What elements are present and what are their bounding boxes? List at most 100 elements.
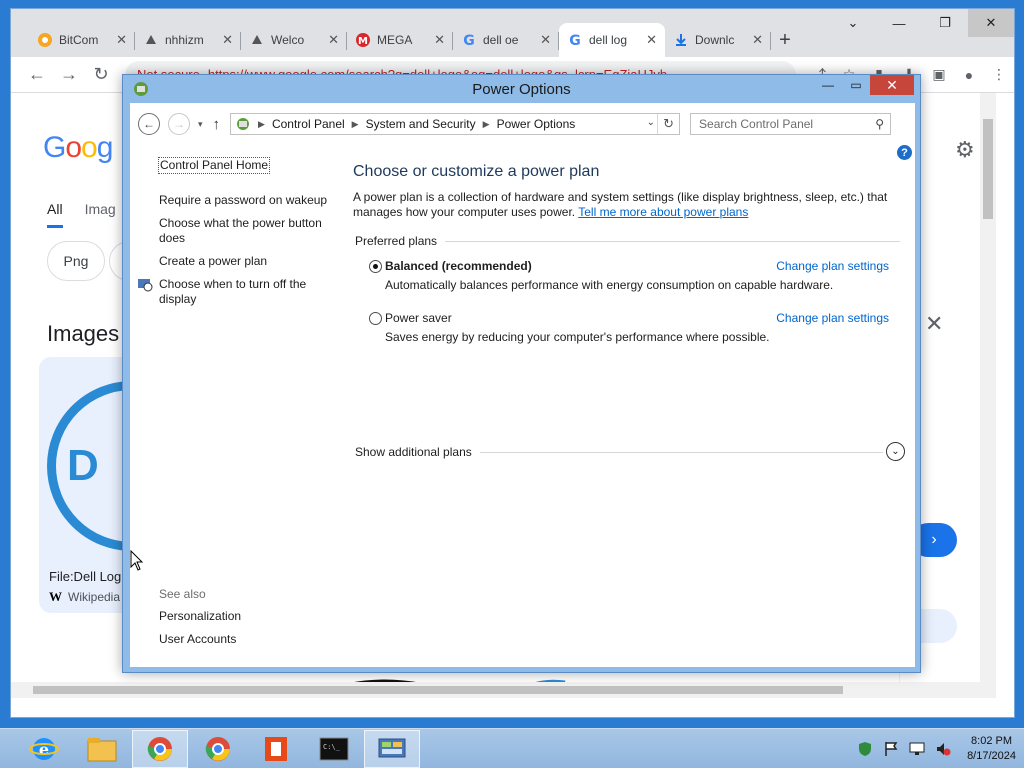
tab-nhhizm[interactable]: nhhizm ✕	[135, 23, 241, 57]
back-button[interactable]: ←	[138, 113, 160, 135]
close-button[interactable]: ✕	[968, 9, 1014, 37]
close-icon[interactable]: ✕	[434, 32, 445, 48]
power-button-link[interactable]: Choose what the power button does	[159, 216, 334, 246]
tab-dell-logo[interactable]: G dell log ✕	[559, 23, 665, 57]
tell-me-more-link[interactable]: Tell me more about power plans	[578, 205, 748, 219]
close-button[interactable]: ✕	[870, 75, 914, 95]
page-icon	[146, 35, 156, 44]
taskbar-chrome-2[interactable]	[190, 730, 246, 768]
profile-icon[interactable]: ●	[954, 67, 984, 83]
back-icon[interactable]: ←	[21, 64, 53, 85]
additional-plans-group: Show additional plans	[355, 445, 883, 459]
chevron-down-icon[interactable]: ⌄	[647, 117, 655, 128]
personalization-link[interactable]: Personalization	[159, 609, 241, 624]
search-tabs: All Imag	[47, 201, 116, 228]
breadcrumb-power-options[interactable]: Power Options	[497, 117, 576, 131]
search-input[interactable]: Search Control Panel ⚲	[690, 113, 892, 135]
chrome-tab-strip: BitCom ✕ nhhizm ✕ Welco ✕ M MEGA ✕ G del…	[11, 9, 1014, 57]
search-placeholder: Search Control Panel	[699, 117, 814, 131]
breadcrumb-control-panel[interactable]: Control Panel	[272, 117, 345, 131]
tab-title: dell log	[589, 33, 628, 47]
close-icon[interactable]: ✕	[925, 311, 943, 337]
help-icon[interactable]: ?	[897, 145, 912, 160]
horizontal-scrollbar[interactable]	[11, 682, 996, 698]
tab-title: nhhizm	[165, 33, 204, 47]
breadcrumb-system-security[interactable]: System and Security	[366, 117, 476, 131]
balanced-radio[interactable]	[369, 260, 382, 273]
maximize-button[interactable]: ❐	[922, 9, 968, 37]
forward-button[interactable]: →	[168, 113, 190, 135]
tab-search-icon[interactable]: ⌄	[830, 9, 876, 37]
close-icon[interactable]: ✕	[540, 32, 551, 48]
svg-text:C:\_: C:\_	[323, 743, 341, 751]
require-password-link[interactable]: Require a password on wakeup	[159, 193, 327, 208]
plan-name[interactable]: Balanced (recommended)	[385, 259, 532, 273]
network-icon[interactable]	[909, 741, 925, 757]
breadcrumb-separator-icon[interactable]: ▶	[483, 119, 490, 130]
taskbar-internet-explorer[interactable]: e	[16, 730, 72, 768]
plan-description: Saves energy by reducing your computer's…	[385, 330, 770, 344]
title-bar[interactable]: Power Options — ▭ ✕	[123, 75, 920, 103]
address-bar[interactable]: ▶ Control Panel ▶ System and Security ▶ …	[230, 113, 681, 135]
plan-name[interactable]: Power saver	[385, 311, 452, 325]
create-plan-link[interactable]: Create a power plan	[159, 254, 267, 269]
show-additional-plans-label[interactable]: Show additional plans	[355, 445, 472, 459]
minimize-button[interactable]: —	[814, 75, 842, 95]
tab-mega[interactable]: M MEGA ✕	[347, 23, 453, 57]
close-icon[interactable]: ✕	[328, 32, 339, 48]
mouse-cursor-icon	[130, 550, 144, 571]
image-caption[interactable]: File:Dell Log	[49, 569, 121, 584]
forward-icon[interactable]: →	[53, 64, 85, 85]
search-icon[interactable]: ⚲	[875, 117, 884, 131]
close-icon[interactable]: ✕	[222, 32, 233, 48]
reload-icon[interactable]: ↻	[85, 64, 117, 85]
google-logo[interactable]: Goog	[43, 131, 113, 165]
new-tab-button[interactable]: +	[771, 23, 799, 57]
breadcrumb-separator-icon[interactable]: ▶	[258, 119, 265, 130]
tab-welcome[interactable]: Welco ✕	[241, 23, 347, 57]
volume-muted-icon[interactable]	[935, 741, 951, 757]
tab-title: dell oe	[483, 33, 519, 47]
breadcrumb-separator-icon[interactable]: ▶	[352, 119, 359, 130]
tab-download[interactable]: Downlc ✕	[665, 23, 771, 57]
minimize-button[interactable]: —	[876, 9, 922, 37]
close-icon[interactable]: ✕	[646, 32, 657, 48]
tab-bitcomet[interactable]: BitCom ✕	[29, 23, 135, 57]
recent-locations-dropdown[interactable]: ▾	[198, 119, 203, 130]
close-icon[interactable]: ✕	[116, 32, 127, 48]
google-icon: G	[569, 33, 581, 48]
taskbar-control-panel[interactable]	[364, 729, 420, 768]
image-source[interactable]: W Wikipedia	[49, 589, 120, 605]
page-scrollbar[interactable]	[980, 93, 996, 698]
taskbar-chrome[interactable]	[132, 729, 188, 768]
turn-off-display-link[interactable]: Choose when to turn off the display	[159, 277, 334, 307]
change-plan-settings-link[interactable]: Change plan settings	[776, 311, 889, 325]
security-shield-icon[interactable]	[857, 741, 873, 757]
menu-icon[interactable]: ⋮	[984, 66, 1014, 83]
clock[interactable]: 8:02 PM 8/17/2024	[967, 734, 1016, 764]
control-panel-home-link[interactable]: Control Panel Home	[158, 157, 271, 174]
flag-icon[interactable]	[883, 741, 899, 757]
taskbar-file-explorer[interactable]	[74, 730, 130, 768]
gear-icon[interactable]: ⚙	[955, 137, 975, 163]
taskbar-cmd[interactable]: C:\_	[306, 730, 362, 768]
tab-dell-oem[interactable]: G dell oe ✕	[453, 23, 559, 57]
refresh-icon[interactable]: ↻	[657, 114, 679, 134]
filter-chip-png[interactable]: Png	[47, 241, 105, 281]
change-plan-settings-link[interactable]: Change plan settings	[776, 259, 889, 273]
tab-images[interactable]: Imag	[85, 201, 116, 228]
tab-all[interactable]: All	[47, 201, 63, 228]
up-button[interactable]: ↑	[213, 116, 221, 133]
control-panel-icon	[378, 738, 406, 757]
bitcomet-icon	[38, 33, 52, 47]
taskbar-office[interactable]	[248, 730, 304, 768]
office-icon	[265, 736, 287, 761]
page-title: Choose or customize a power plan	[353, 163, 600, 180]
expand-chevron-icon[interactable]: ⌄	[886, 442, 905, 461]
power-saver-radio[interactable]	[369, 312, 382, 325]
close-icon[interactable]: ✕	[752, 32, 763, 48]
maximize-button[interactable]: ▭	[842, 75, 870, 95]
user-accounts-link[interactable]: User Accounts	[159, 632, 236, 647]
sidepanel-icon[interactable]: ▣	[924, 66, 954, 83]
svg-text:e: e	[39, 740, 49, 759]
